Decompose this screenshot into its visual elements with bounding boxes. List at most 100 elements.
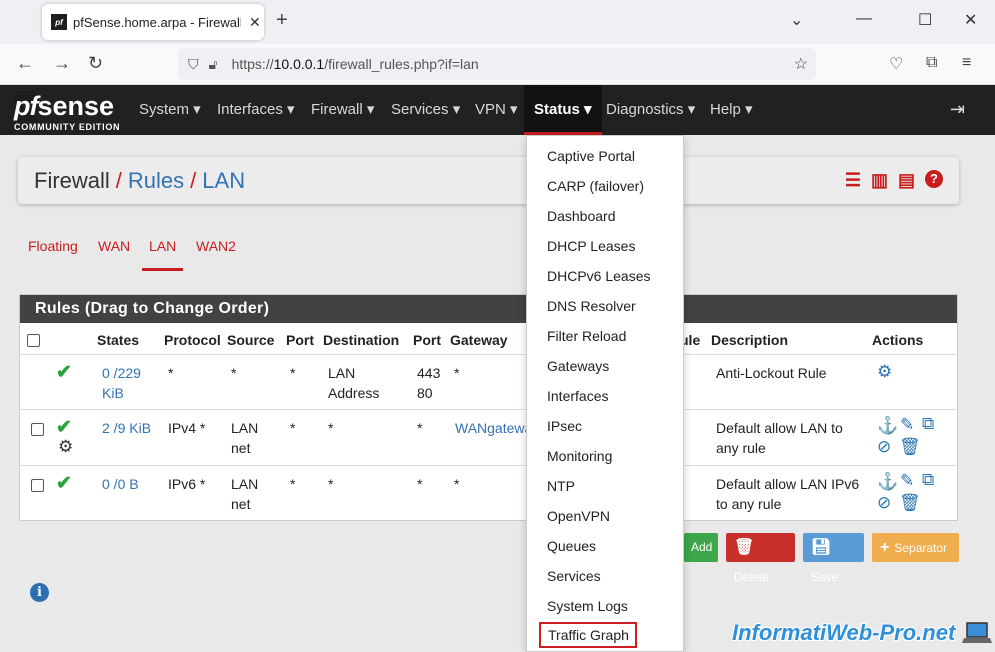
gateway-link[interactable]: WANgatewa [455,418,532,438]
menu-item-dhcp-leases[interactable]: DHCP Leases [547,238,635,254]
help-icon[interactable]: ? [925,170,943,188]
menu-item-services[interactable]: Services [547,568,601,584]
bar-chart-icon[interactable]: ▥ [871,170,888,191]
window-close-icon[interactable]: ✕ [964,10,977,30]
gear-icon[interactable]: ⚙ [877,362,892,382]
row-checkbox[interactable] [31,423,44,436]
row-checkbox[interactable] [31,479,44,492]
menu-item-dashboard[interactable]: Dashboard [547,208,616,224]
col-description: Description [711,332,789,348]
col-source-port: Port [286,332,314,348]
copy-icon[interactable]: ⧉ [922,470,934,490]
menu-item-dns-resolver[interactable]: DNS Resolver [547,298,636,314]
menu-status[interactable]: Status ▾ [524,85,602,135]
menu-item-captive-portal[interactable]: Captive Portal [547,148,635,164]
menu-vpn[interactable]: VPN ▾ [475,85,518,135]
save-icon: 💾︎ [811,539,832,556]
menu-item-traffic-graph[interactable]: Traffic Graph [539,622,637,648]
url-text: https://10.0.0.1/firewall_rules.php?if=l… [231,56,479,72]
disable-icon[interactable]: ⊘ [877,493,891,513]
menu-item-system-logs[interactable]: System Logs [547,598,628,614]
forward-arrow-icon[interactable]: → [53,53,71,74]
bookmark-star-icon[interactable]: ☆ [794,54,808,74]
menu-item-openvpn[interactable]: OpenVPN [547,508,610,524]
menu-help[interactable]: Help ▾ [710,85,753,135]
table-row[interactable]: ✔ 0 /0 B IPv6 * LAN net * * * * Default … [20,465,957,521]
add-button[interactable]: Add [684,533,718,562]
trash-icon: 🗑︎ [734,539,755,556]
menu-diagnostics[interactable]: Diagnostics ▾ [606,85,695,135]
check-icon: ✔ [56,473,72,494]
pencil-icon[interactable]: ✎ [900,471,914,491]
menu-item-interfaces[interactable]: Interfaces [547,388,608,404]
reload-icon[interactable]: ↻ [88,53,103,74]
disable-icon[interactable]: ⊘ [877,437,891,457]
watermark: InformatiWeb-Pro.net [732,620,956,645]
tab-list-chevron-icon[interactable]: ⌄ [790,10,803,30]
anchor-icon[interactable]: ⚓ [877,416,898,436]
menu-item-monitoring[interactable]: Monitoring [547,448,612,464]
menu-item-ipsec[interactable]: IPsec [547,418,582,434]
pocket-icon[interactable]: ♡ [889,54,903,74]
tab-wan[interactable]: WAN [98,238,130,254]
shield-icon[interactable]: ⛉ [188,56,199,73]
table-row[interactable]: ✔ 0 /229 KiB * * * LAN Address 443 80 * … [20,354,957,409]
tab-close-icon[interactable]: ✕ [249,14,261,31]
trash-icon[interactable]: 🗑︎ [899,493,921,513]
pfsense-navbar: pfsense COMMUNITY EDITION System ▾ Inter… [0,85,995,135]
list-icon[interactable]: ▤ [898,170,915,191]
menu-item-queues[interactable]: Queues [547,538,596,554]
menu-item-carp[interactable]: CARP (failover) [547,178,644,194]
rules-panel: Rules (Drag to Change Order) States Prot… [19,294,958,521]
separator-button[interactable]: + Separator [872,533,959,562]
pencil-icon[interactable]: ✎ [900,415,914,435]
states-link[interactable]: 0 /0 B [102,474,139,494]
menu-interfaces[interactable]: Interfaces ▾ [217,85,295,135]
col-states: States [97,332,140,348]
delete-button[interactable]: 🗑︎Delete [726,533,795,584]
sliders-icon[interactable]: ☰ [845,170,861,191]
menu-item-ntp[interactable]: NTP [547,478,575,494]
info-icon[interactable]: i [30,583,49,602]
hamburger-menu-icon[interactable]: ≡ [962,54,971,72]
back-arrow-icon[interactable]: ← [16,53,34,74]
select-all-checkbox[interactable] [27,334,40,347]
states-link[interactable]: 0 /229 KiB [102,363,152,403]
browser-titlebar: pf pfSense.home.arpa - Firewall: R ✕ + ⌄… [0,0,995,44]
anchor-icon[interactable]: ⚓ [877,472,898,492]
logo-edition: COMMUNITY EDITION [14,122,121,132]
tab-title: pfSense.home.arpa - Firewall: R [73,14,241,30]
table-row[interactable]: ✔ ⚙ 2 /9 KiB IPv4 * LAN net * * * WANgat… [20,409,957,465]
menu-firewall[interactable]: Firewall ▾ [311,85,374,135]
minimize-icon[interactable]: — [856,10,872,28]
extensions-icon[interactable]: ⧉ [926,54,937,72]
copy-icon[interactable]: ⧉ [922,414,934,434]
col-dest-port: Port [413,332,441,348]
browser-tab[interactable]: pf pfSense.home.arpa - Firewall: R ✕ [42,4,264,40]
menu-item-dhcpv6-leases[interactable]: DHCPv6 Leases [547,268,651,284]
menu-item-filter-reload[interactable]: Filter Reload [547,328,626,344]
tab-floating[interactable]: Floating [28,238,78,254]
advanced-gear-icon: ⚙ [58,437,74,456]
check-icon: ✔ [56,362,72,383]
menu-services[interactable]: Services ▾ [391,85,460,135]
trash-icon[interactable]: 🗑︎ [899,437,921,457]
page-title: Firewall / Rules / LAN [34,168,246,193]
menu-item-gateways[interactable]: Gateways [547,358,609,374]
rules-panel-title: Rules (Drag to Change Order) [20,295,957,323]
save-button[interactable]: 💾︎Save [803,533,864,584]
breadcrumb-rules-link[interactable]: Rules [128,168,184,193]
logout-icon[interactable]: ⇥ [950,99,965,120]
maximize-icon[interactable]: ☐ [918,10,932,30]
pfsense-logo[interactable]: pfsense COMMUNITY EDITION [14,91,120,132]
breadcrumb: Firewall / Rules / LAN ☰ ▥ ▤ ? [18,157,959,204]
plus-icon: + [880,539,890,556]
tab-wan2[interactable]: WAN2 [196,238,236,254]
states-link[interactable]: 2 /9 KiB [102,418,151,438]
address-bar[interactable]: ⛉ 🔓︎ https://10.0.0.1/firewall_rules.php… [178,48,816,80]
lock-icon[interactable]: 🔓︎ [209,56,218,73]
tab-lan[interactable]: LAN [142,238,184,271]
new-tab-icon[interactable]: + [276,9,288,32]
menu-system[interactable]: System ▾ [139,85,201,135]
breadcrumb-lan-link[interactable]: LAN [202,168,245,193]
